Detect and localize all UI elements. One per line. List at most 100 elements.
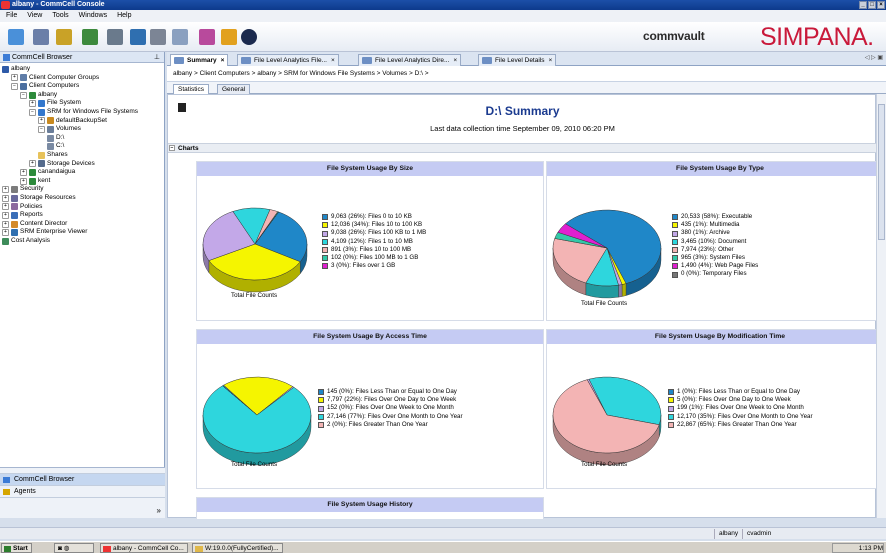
tab-file-level-details-close-icon[interactable]: × [549, 57, 553, 64]
crumb-albany[interactable]: albany [173, 70, 192, 77]
tab-nav-arrows-icon[interactable]: ◁ ▷ ▣ [865, 54, 883, 61]
agents-button[interactable]: Agents [0, 486, 165, 498]
puzzle-icon[interactable] [199, 29, 215, 45]
tree-node[interactable]: + Storage Resources [2, 194, 76, 203]
tree-node-label: Content Director [20, 219, 68, 227]
minimize-button[interactable]: _ [859, 1, 867, 9]
expand-toggle-icon[interactable]: − [11, 82, 18, 90]
reports-icon [11, 211, 18, 219]
app-icon [1, 1, 10, 9]
tab-file-analytics-dir-close-icon[interactable]: × [453, 57, 457, 64]
legend-swatch [672, 255, 678, 262]
pie-chart-access [202, 376, 312, 466]
tree-node[interactable]: − Volumes [38, 125, 81, 134]
expand-toggle-icon[interactable]: + [29, 100, 36, 108]
tree-node[interactable]: + kent [20, 177, 50, 186]
menu-view[interactable]: View [27, 10, 42, 22]
expand-toggle-icon[interactable]: − [20, 91, 27, 99]
tree-node[interactable]: + canandaigua [20, 168, 75, 177]
crumb-client-computers[interactable]: Client Computers [200, 70, 250, 77]
charts-section-header[interactable]: − Charts [168, 143, 877, 153]
tree-node[interactable]: + Storage Devices [29, 160, 95, 169]
tree-node[interactable]: − SRM for Windows File Systems [29, 108, 138, 117]
tree-node[interactable]: + defaultBackupSet [38, 117, 107, 126]
close-button[interactable]: × [877, 1, 885, 9]
expand-toggle-icon[interactable]: + [2, 194, 9, 202]
clock-time: 1:13 PM [858, 545, 883, 552]
tab-file-analytics-file[interactable]: File Level Analytics File... × [237, 54, 339, 66]
expand-toggle-icon[interactable]: + [38, 117, 45, 125]
tree-node[interactable]: C:\ [47, 142, 64, 151]
content-scrollbar[interactable] [876, 94, 886, 518]
commcell-browser-button[interactable]: CommCell Browser [0, 474, 165, 486]
tree-node-label: Volumes [56, 125, 81, 133]
legend-swatch [668, 413, 674, 420]
tree-node[interactable]: D:\ [47, 134, 64, 143]
menu-help[interactable]: Help [117, 10, 131, 22]
report-icon[interactable] [130, 29, 146, 45]
taskbar-item-console[interactable]: albany - CommCell Co... [100, 543, 188, 553]
legend-swatch [668, 397, 674, 404]
upload-icon[interactable] [221, 29, 237, 45]
quick-launch[interactable]: ◙ ◍ [54, 543, 94, 553]
console-icon[interactable] [8, 29, 24, 45]
collapse-icon[interactable]: − [169, 145, 175, 151]
pin-icon[interactable]: ⊥ [154, 52, 160, 63]
help-icon[interactable] [241, 29, 257, 45]
tab-file-level-details[interactable]: File Level Details × [478, 54, 557, 66]
tab-file-analytics-dir[interactable]: File Level Analytics Dire... × [358, 54, 462, 66]
tab-summary-close-icon[interactable]: × [221, 57, 225, 64]
tree-node[interactable]: + File System [29, 99, 81, 108]
expand-toggle-icon[interactable]: + [2, 186, 9, 194]
crumb-volumes[interactable]: Volumes [382, 70, 407, 77]
taskbar-item-folder[interactable]: W:19.0.0(FullyCertified)... [192, 543, 283, 553]
tree-node[interactable]: + Security [2, 185, 43, 194]
computer-icon[interactable] [33, 29, 49, 45]
legend-label: 380 (1%): Archive [681, 229, 730, 237]
tree-node[interactable]: + Reports [2, 211, 43, 220]
subtab-statistics[interactable]: Statistics [173, 84, 210, 94]
menu-windows[interactable]: Windows [79, 10, 107, 22]
storage-icon[interactable] [107, 29, 123, 45]
tab-file-analytics-file-close-icon[interactable]: × [331, 57, 335, 64]
tree-node[interactable]: + Content Director [2, 220, 67, 229]
expand-toggle-icon[interactable]: + [2, 229, 9, 237]
expand-toggle-icon[interactable]: − [29, 108, 36, 116]
tree-node[interactable]: + SRM Enterprise Viewer [2, 228, 87, 237]
tree-node[interactable]: Shares [38, 151, 68, 160]
expand-toggle-icon[interactable]: + [20, 168, 27, 176]
crumb-d-drive[interactable]: D:\ [415, 70, 423, 77]
scrollbar-thumb[interactable] [878, 104, 885, 240]
menu-tools[interactable]: Tools [52, 10, 68, 22]
tree-node[interactable]: + Client Computer Groups [11, 74, 99, 83]
expand-chevron-icon[interactable]: » [157, 506, 161, 515]
expand-toggle-icon[interactable]: + [11, 74, 18, 82]
tape-icon[interactable] [150, 29, 166, 45]
backupset-icon [47, 117, 54, 125]
legend-label: 3,465 (10%): Document [681, 237, 747, 245]
save-icon[interactable] [56, 29, 72, 45]
expand-toggle-icon[interactable]: + [2, 203, 9, 211]
crumb-client-albany[interactable]: albany [257, 70, 276, 77]
legend-entry: 12,036 (34%): Files 10 to 100 KB [322, 221, 426, 229]
expand-toggle-icon[interactable]: + [2, 220, 9, 228]
taskbar-item-folder-label: W:19.0.0(FullyCertified)... [205, 545, 279, 552]
tree-node[interactable]: + Policies [2, 203, 42, 212]
start-button[interactable]: Start [1, 543, 32, 553]
expand-toggle-icon[interactable]: + [29, 160, 36, 168]
network-icon[interactable] [172, 29, 188, 45]
expand-toggle-icon[interactable]: − [38, 125, 45, 133]
crumb-srm[interactable]: SRM for Windows File Systems [284, 70, 375, 77]
expand-toggle-icon[interactable]: + [2, 211, 9, 219]
tree-node[interactable]: albany [2, 65, 30, 74]
subtab-general[interactable]: General [217, 84, 251, 94]
tree-node[interactable]: − albany [20, 91, 57, 100]
legend-swatch [322, 246, 328, 253]
tree-node[interactable]: Cost Analysis [2, 237, 50, 246]
tab-summary[interactable]: Summary × [170, 54, 229, 66]
menu-file[interactable]: File [6, 10, 17, 22]
tree-node[interactable]: − Client Computers [11, 82, 79, 91]
expand-toggle-icon[interactable]: + [20, 177, 27, 185]
wrench-icon[interactable] [82, 29, 98, 45]
maximize-button[interactable]: □ [868, 1, 876, 9]
